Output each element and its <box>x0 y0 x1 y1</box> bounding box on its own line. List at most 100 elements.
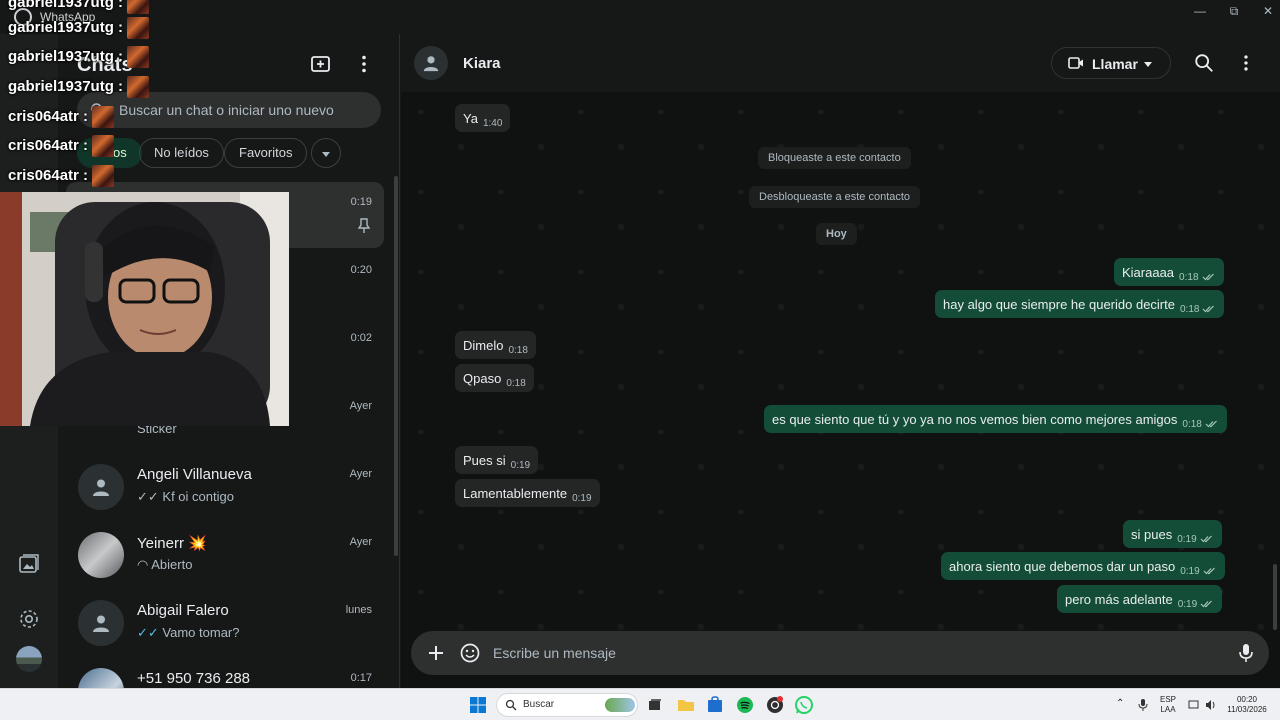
taskbar-clock[interactable]: 00:20 11/03/2026 <box>1222 695 1272 715</box>
emote-icon <box>127 0 150 14</box>
filter-more-dropdown[interactable] <box>311 138 341 168</box>
default-avatar-icon <box>78 464 124 510</box>
stream-chat-line: gabriel1937utg : <box>8 17 150 39</box>
title-bar: WhatsApp — ⧉ ✕ <box>0 0 1280 34</box>
menu-kebab-icon[interactable] <box>1235 52 1257 74</box>
message-outgoing[interactable]: pero más adelante 0:19 <box>1057 585 1223 613</box>
windows-start-icon[interactable] <box>468 695 488 715</box>
stream-chat-line: cris064atr : <box>8 106 115 128</box>
emote-icon <box>127 76 150 98</box>
stream-chat-line: gabriel1937utg : <box>8 0 150 14</box>
stream-chat-line: cris064atr : <box>8 165 115 187</box>
chat-list-item[interactable]: Angeli Villanueva ✓✓ Kf oi contigo Ayer <box>66 454 384 520</box>
chat-time: 0:20 <box>350 264 372 276</box>
message-outgoing[interactable]: si pues 0:19 <box>1123 520 1222 548</box>
task-view-icon[interactable] <box>645 695 665 715</box>
stream-chat-line: gabriel1937utg : <box>8 76 150 98</box>
chevron-down-icon <box>322 152 330 157</box>
pin-icon <box>358 218 370 233</box>
microsoft-store-icon[interactable] <box>705 695 725 715</box>
attach-plus-icon[interactable] <box>425 642 447 664</box>
chat-time: Ayer <box>349 468 372 480</box>
chat-list-item[interactable]: Abigail Falero ✓✓ Vamo tomar? lunes <box>66 590 384 656</box>
close-icon[interactable]: ✕ <box>1248 2 1280 20</box>
default-avatar-icon <box>78 600 124 646</box>
emote-icon <box>92 165 115 187</box>
video-camera-icon <box>1068 57 1083 69</box>
message-incoming[interactable]: Dimelo 0:18 <box>455 331 536 359</box>
webcam-feed-image <box>0 192 289 426</box>
message-outgoing[interactable]: ahora siento que debemos dar un paso 0:19 <box>941 552 1225 580</box>
new-chat-icon[interactable] <box>309 52 333 76</box>
read-receipt-icon <box>1203 305 1215 313</box>
chat-name: Angeli Villanueva <box>137 466 252 483</box>
message-incoming[interactable]: Pues si 0:19 <box>455 446 539 474</box>
chat-list-item[interactable]: +51 950 736 288 0:17 <box>66 658 384 688</box>
network-volume-icons[interactable] <box>1188 699 1218 711</box>
chat-list-item[interactable]: Yeinerr 💥 ◠ Abierto Ayer <box>66 522 384 588</box>
chat-time: Ayer <box>349 536 372 548</box>
settings-gear-icon[interactable] <box>17 607 41 631</box>
stream-chat-line: cris064atr : <box>8 135 115 157</box>
call-label: Llamar <box>1092 56 1138 72</box>
chat-wallpaper <box>401 92 1280 630</box>
conversation-panel: Kiara Llamar Ya 1:40 Bloqueaste a este co… <box>401 34 1280 688</box>
message-incoming[interactable]: Ya 1:40 <box>455 104 511 132</box>
search-icon[interactable] <box>1193 52 1215 74</box>
whatsapp-window: WhatsApp — ⧉ ✕ Chats Buscar un chat o in… <box>0 0 1280 688</box>
message-incoming[interactable]: Lamentablemente 0:19 <box>455 479 600 507</box>
chat-preview: ✓✓ Vamo tomar? <box>137 625 240 640</box>
stream-chat-line: gabriel1937utg : <box>8 46 150 68</box>
spotify-icon[interactable] <box>735 695 755 715</box>
read-receipt-icon <box>1202 273 1214 281</box>
message-input[interactable]: Escribe un mensaje <box>493 645 616 661</box>
search-icon <box>505 699 517 711</box>
message-outgoing[interactable]: hay algo que siempre he querido decirte 0… <box>935 290 1225 318</box>
contact-name[interactable]: Kiara <box>463 55 501 72</box>
chat-time: 0:17 <box>350 672 372 684</box>
windows-taskbar: Buscar ⌃ ESP LAA 00:20 11/03/2026 <box>0 688 1280 720</box>
chat-name: Abigail Falero <box>137 602 229 619</box>
conversation-scrollbar[interactable] <box>1273 564 1277 630</box>
chat-time: 0:02 <box>350 332 372 344</box>
chat-name: Yeinerr 💥 <box>137 535 207 552</box>
chat-preview: ✓✓ Kf oi contigo <box>137 489 234 504</box>
chat-time: lunes <box>345 604 372 616</box>
emote-icon <box>127 17 150 39</box>
emote-icon <box>127 46 150 68</box>
webcam-overlay <box>0 192 289 426</box>
contact-photo-avatar <box>78 668 124 688</box>
system-note: Bloqueaste a este contacto <box>758 147 911 169</box>
message-composer[interactable]: Escribe un mensaje <box>411 631 1269 675</box>
message-outgoing[interactable]: es que siento que tú y yo ya no nos vemo… <box>764 405 1227 433</box>
media-icon[interactable] <box>17 552 41 576</box>
taskbar-search[interactable]: Buscar <box>496 693 638 717</box>
contact-photo-avatar <box>78 532 124 578</box>
read-receipt-icon <box>1205 420 1217 428</box>
whatsapp-icon[interactable] <box>794 695 814 715</box>
chevron-up-icon[interactable]: ⌃ <box>1116 699 1124 709</box>
message-outgoing[interactable]: Kiaraaaa 0:18 <box>1114 258 1224 286</box>
search-highlight-icon <box>605 698 635 712</box>
read-receipt-icon <box>1203 567 1215 575</box>
menu-kebab-icon[interactable] <box>352 52 376 76</box>
microphone-icon[interactable] <box>1237 642 1255 664</box>
day-separator: Hoy <box>816 223 857 245</box>
conversation-header: Kiara Llamar <box>401 34 1280 92</box>
emote-icon <box>92 106 115 128</box>
file-explorer-icon[interactable] <box>676 695 696 715</box>
call-button[interactable]: Llamar <box>1051 47 1171 79</box>
chat-list-scrollbar[interactable] <box>394 176 398 556</box>
contact-avatar[interactable] <box>414 46 448 80</box>
chat-time: 0:19 <box>350 196 372 208</box>
message-incoming[interactable]: Qpaso 0:18 <box>455 364 534 392</box>
chevron-down-icon <box>1144 62 1152 67</box>
obs-studio-icon[interactable] <box>765 695 785 715</box>
microphone-icon[interactable] <box>1137 698 1149 712</box>
profile-avatar[interactable] <box>16 646 42 672</box>
stream-chat-overlay: gabriel1937utg : gabriel1937utg : gabrie… <box>0 0 165 192</box>
chat-name: +51 950 736 288 <box>137 670 251 687</box>
emoji-sticker-icon[interactable] <box>459 642 481 664</box>
filter-chip-favorites[interactable]: Favoritos <box>224 138 308 168</box>
input-language[interactable]: ESP LAA <box>1158 695 1178 715</box>
